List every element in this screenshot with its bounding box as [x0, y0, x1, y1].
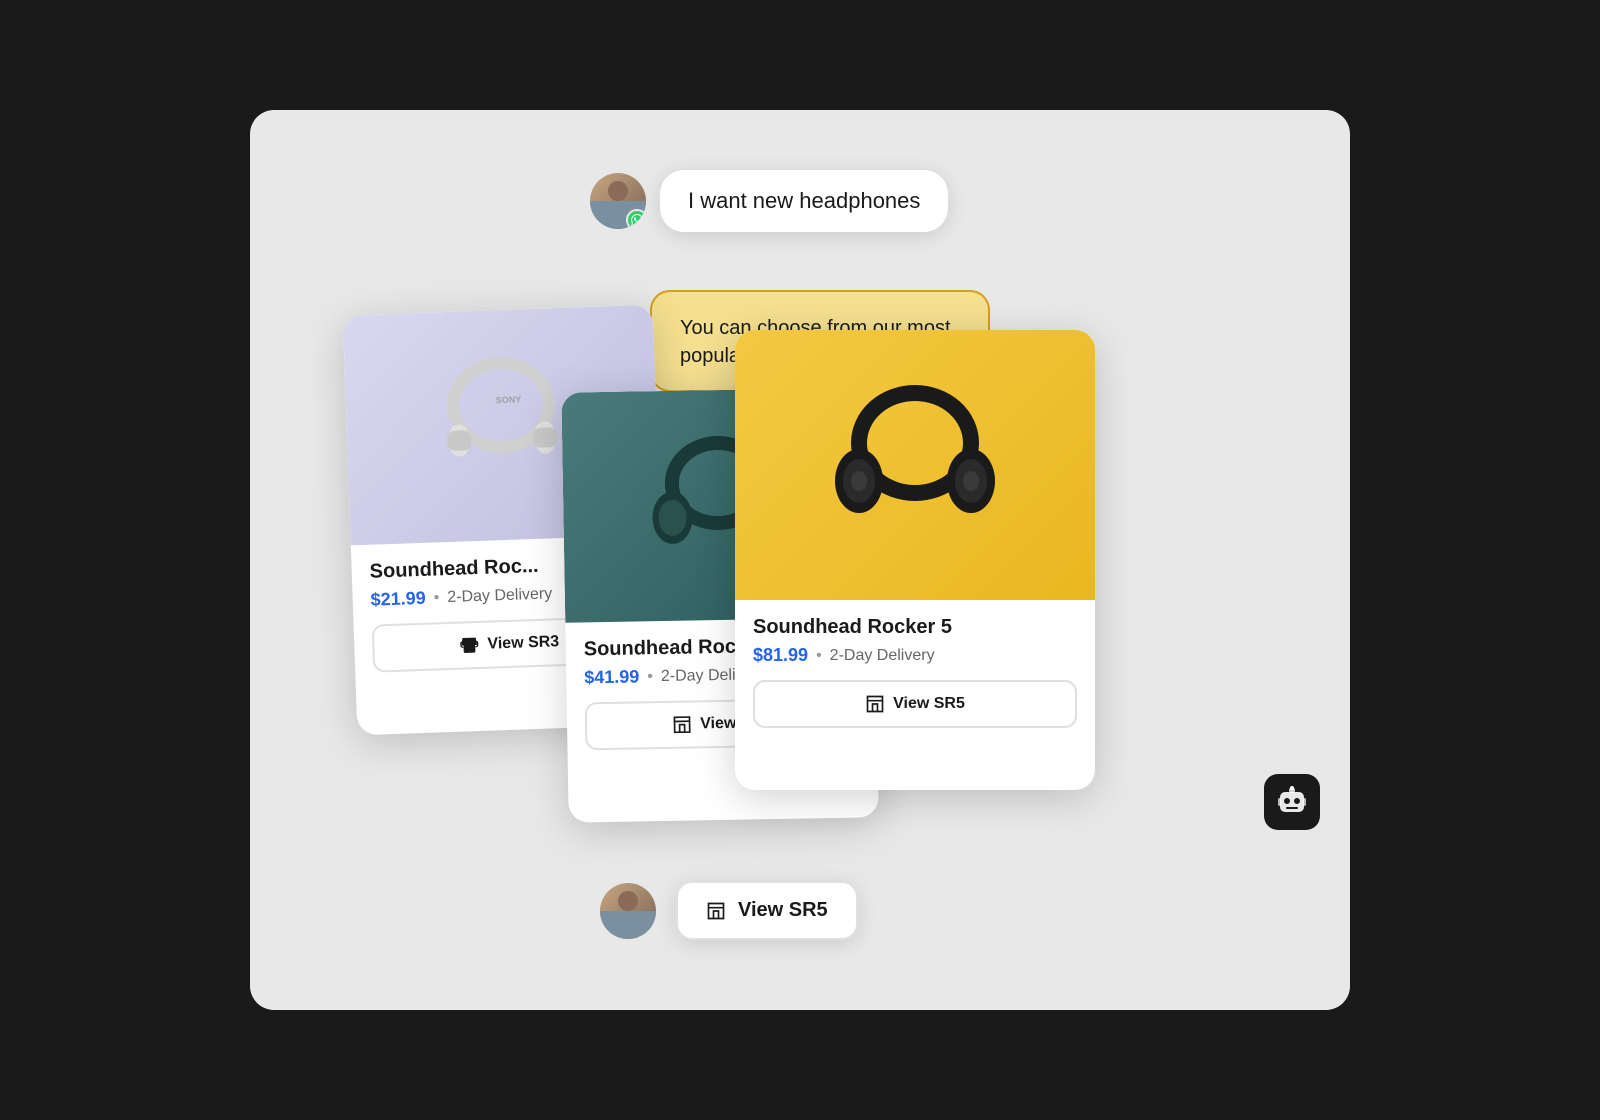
bot-face-icon [1274, 784, 1310, 820]
user-message-container: I want new headphones [590, 170, 948, 232]
product-price-sr5: $81.99 [753, 645, 808, 666]
store-icon-sr4 [672, 715, 692, 735]
product-price-sr4: $41.99 [584, 666, 639, 688]
view-sr3-label: View SR3 [487, 633, 559, 653]
product-card-sr5: Soundhead Rocker 5 $81.99 • 2-Day Delive… [735, 330, 1095, 790]
product-cards-container: SONY Soundhead Roc... $21.99 • 2-Day Del… [350, 270, 1150, 830]
headphone-image-sr3: SONY [419, 352, 584, 497]
chat-scene: I want new headphones You can choose fro… [250, 110, 1350, 1010]
bottom-whatsapp-icon [641, 924, 653, 936]
card-info-sr5: Soundhead Rocker 5 $81.99 • 2-Day Delive… [735, 600, 1095, 742]
bottom-store-icon [706, 901, 726, 921]
product-delivery-sr5: 2-Day Delivery [830, 647, 935, 665]
product-name-sr5: Soundhead Rocker 5 [753, 616, 952, 638]
store-icon-sr5 [865, 694, 885, 714]
product-name-sr3: Soundhead Roc... [369, 555, 539, 583]
bottom-view-sr5-button[interactable]: View SR5 [676, 881, 858, 940]
bottom-button-label: View SR5 [738, 899, 828, 922]
view-sr5-button[interactable]: View SR5 [753, 680, 1077, 728]
headphone-image-sr5 [820, 385, 1010, 545]
whatsapp-icon [631, 214, 643, 226]
bottom-user-avatar [600, 883, 656, 939]
store-icon-sr3 [459, 635, 480, 656]
product-delivery-sr3: 2-Day Delivery [447, 585, 552, 607]
whatsapp-badge [626, 209, 646, 229]
user-message-text: I want new headphones [688, 188, 920, 213]
bottom-message-container: View SR5 [600, 881, 858, 940]
card-title-sr5: Soundhead Rocker 5 [753, 616, 1077, 639]
product-image-sr5 [735, 330, 1095, 600]
product-price-sr3: $21.99 [370, 588, 426, 611]
bottom-whatsapp-badge [636, 919, 656, 939]
view-sr5-card-label: View SR5 [893, 695, 965, 713]
user-avatar [590, 173, 646, 229]
card-meta-sr5: $81.99 • 2-Day Delivery [753, 645, 1077, 666]
user-message-bubble: I want new headphones [660, 170, 948, 232]
svg-text:SONY: SONY [496, 394, 522, 405]
bot-icon-container [1264, 774, 1320, 830]
